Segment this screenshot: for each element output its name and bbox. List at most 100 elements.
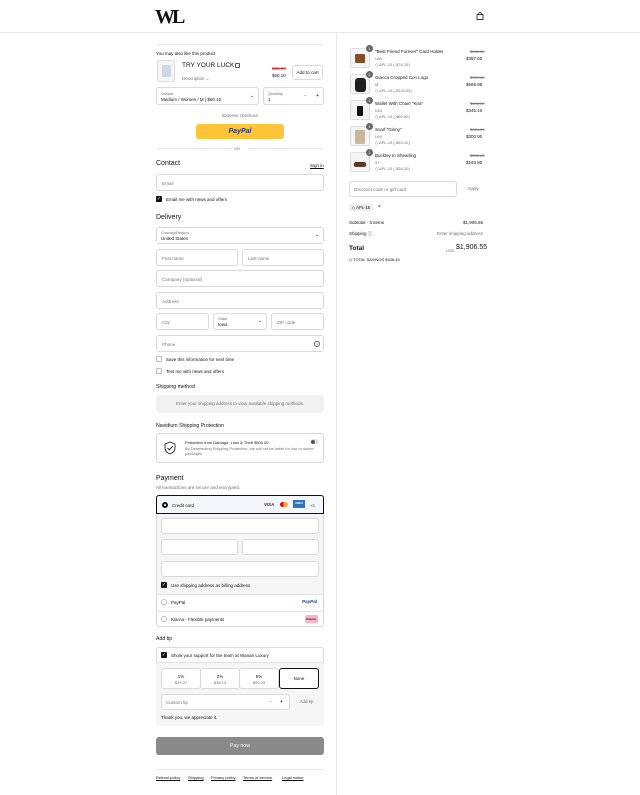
last-name-placeholder: Last name <box>248 256 270 261</box>
tip-percent: 5% <box>255 674 263 679</box>
upsell-add-button[interactable]: Add to cart <box>292 65 323 80</box>
quantity-badge: 1 <box>366 149 373 156</box>
cart-bag-icon[interactable] <box>476 12 484 20</box>
protection-note: By Deselecting Shipping Protection, we w… <box>185 446 314 456</box>
card-number-field[interactable] <box>161 518 319 534</box>
tip-checkbox[interactable]: ✓ <box>161 652 167 658</box>
subtotal-value: $1,906.55 <box>463 220 484 225</box>
variant-select[interactable]: Variant Medium / Women / M | $60.10 ⌄ <box>156 87 259 105</box>
tip-percent: 1% <box>177 674 185 679</box>
line-item-old-price: $228.00 <box>470 153 485 158</box>
discount-text: APL-15 (-$76.25) <box>378 62 410 67</box>
tip-heading: Add tip <box>156 636 173 642</box>
city-field[interactable]: City <box>156 313 209 330</box>
quantity-badge: 1 <box>366 123 373 130</box>
apply-discount-button[interactable]: Apply <box>461 181 485 197</box>
minus-icon[interactable]: − <box>269 699 272 705</box>
divider <box>156 148 232 149</box>
state-select[interactable]: State Iowa ⌄ <box>213 313 267 330</box>
save-info-checkbox[interactable] <box>156 356 162 362</box>
line-item-name: Scarf "Ginny" <box>375 127 402 132</box>
news-checkbox[interactable]: ✓ <box>156 196 162 202</box>
plus-icon[interactable]: + <box>280 699 283 705</box>
plus-icon[interactable]: + <box>316 93 319 99</box>
variant-label: Variant <box>161 91 174 96</box>
tip-option-1[interactable]: 1% $19.07 <box>161 668 201 689</box>
custom-tip-field[interactable]: Custom tip − + <box>161 694 290 710</box>
first-name-placeholder: First name <box>162 256 184 261</box>
info-icon[interactable] <box>235 63 240 68</box>
company-field[interactable]: Company (optional) <box>156 270 324 287</box>
line-item-variant: UNI <box>375 134 382 139</box>
savings-value: $336.45 <box>385 257 400 262</box>
tip-option-2[interactable]: 2% $38.13 <box>200 668 240 689</box>
phone-field[interactable]: Phone ? <box>156 335 324 352</box>
terms-link[interactable]: Terms of service <box>243 775 272 780</box>
custom-tip-placeholder: Custom tip <box>166 700 188 705</box>
legal-notice-link[interactable]: Legal notice <box>282 775 304 780</box>
country-select[interactable]: Country/Region United States ⌄ <box>156 227 324 244</box>
expiration-field[interactable] <box>161 539 238 555</box>
paypal-label: PayPal <box>171 600 186 605</box>
security-code-field[interactable] <box>242 539 319 555</box>
text-me-checkbox[interactable] <box>156 368 162 374</box>
chevron-down-icon: ⌄ <box>250 93 255 99</box>
refund-policy-link[interactable]: Refund policy <box>156 775 180 780</box>
credit-card-label: Credit card <box>172 503 195 508</box>
address-field[interactable]: Address <box>156 292 324 309</box>
paypal-express-button[interactable]: PayPal <box>196 124 284 139</box>
line-item-name: Wallet With Chain "Kira" <box>375 101 424 106</box>
address-placeholder: Address <box>162 299 179 304</box>
minus-icon[interactable]: − <box>304 93 307 99</box>
paypal-logo: PayPal <box>302 599 318 604</box>
remove-code-icon[interactable]: × <box>378 204 381 210</box>
line-item-price: $669.95 <box>466 82 483 87</box>
tip-percent: 2% <box>216 674 224 679</box>
divider <box>248 148 324 149</box>
chevron-down-icon: ⌄ <box>258 318 263 324</box>
billing-same-checkbox[interactable]: ✓ <box>161 582 167 588</box>
contact-heading: Contact <box>156 160 181 167</box>
line-item-discount: ◇ APL-15 (-$76.25) <box>375 62 410 67</box>
tip-option-none[interactable]: None <box>279 668 319 689</box>
visa-icon: VISA <box>264 502 275 507</box>
city-placeholder: City <box>162 320 170 325</box>
pay-now-button[interactable]: Pay now <box>156 737 324 755</box>
upsell-description-toggle[interactable]: Description ⌄ <box>182 76 210 82</box>
shipping-link[interactable]: Shipping <box>188 775 204 780</box>
line-item-variant: 37 <box>375 160 380 165</box>
more-cards-count: +3 <box>310 503 315 508</box>
info-icon[interactable]: ⓘ <box>368 231 373 236</box>
add-tip-button[interactable]: Add tip <box>294 694 319 710</box>
discount-code-field[interactable]: Discount code or gift card <box>349 181 457 197</box>
phone-placeholder: Phone <box>162 342 176 347</box>
discount-text: APL-15 (-$34.20) <box>378 166 410 171</box>
zip-field[interactable]: ZIP code <box>271 313 324 330</box>
sign-in-link[interactable]: Sign in <box>310 163 324 168</box>
quantity-stepper[interactable]: Quantity 1 − + <box>263 87 324 105</box>
name-on-card-field[interactable] <box>161 561 319 577</box>
shipping-value: Enter shipping address <box>437 231 484 236</box>
save-info-label: Save this information for next time <box>166 357 235 362</box>
protection-card[interactable]: Protection from Damage, Loss & Theft $50… <box>156 433 324 463</box>
email-field[interactable]: Email <box>156 174 324 191</box>
privacy-policy-link[interactable]: Privacy policy <box>211 775 235 780</box>
discount-code-placeholder: Discount code or gift card <box>354 187 407 192</box>
first-name-field[interactable]: First name <box>156 249 238 266</box>
payment-subtitle: All transactions are secure and encrypte… <box>156 485 241 490</box>
divider <box>156 44 324 45</box>
credit-card-radio[interactable] <box>162 502 168 508</box>
zip-placeholder: ZIP code <box>277 320 296 325</box>
credit-card-option[interactable]: Credit card VISA AMEX +3 <box>156 495 324 514</box>
protection-toggle[interactable] <box>310 439 319 444</box>
tip-option-5[interactable]: 5% $95.33 <box>239 668 279 689</box>
total-label: Total <box>349 245 365 252</box>
brand-logo[interactable]: WL <box>155 6 185 29</box>
help-icon[interactable]: ? <box>314 341 320 347</box>
upsell-product-name: TRY YOUR LUCK <box>182 62 235 69</box>
paypal-radio[interactable] <box>161 599 167 605</box>
klarna-radio[interactable] <box>161 616 167 622</box>
last-name-field[interactable]: Last name <box>242 249 324 266</box>
amex-icon: AMEX <box>293 500 305 508</box>
payment-heading: Payment <box>156 475 184 482</box>
